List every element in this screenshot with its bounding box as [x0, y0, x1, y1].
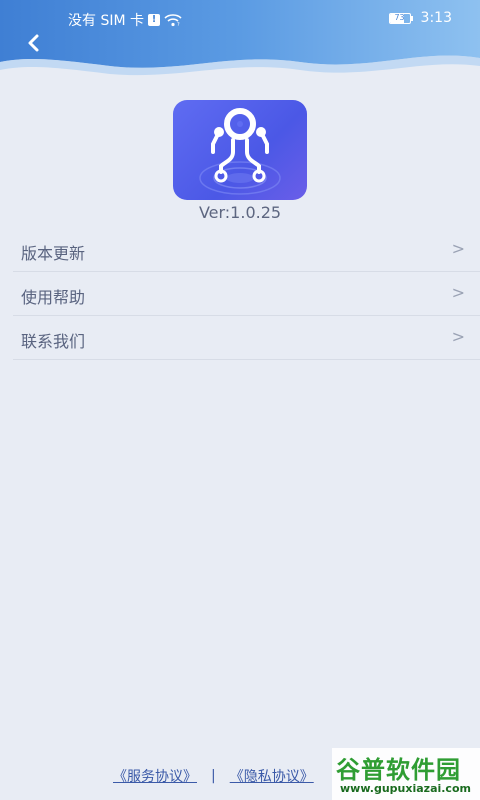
menu-item-label: 版本更新: [21, 244, 86, 263]
footer-links: 《服务协议》 | 《隐私协议》: [113, 766, 314, 786]
watermark-logo: 谷普软件园 www.gupuxiazai.com: [332, 748, 480, 800]
wifi-icon: ?: [164, 14, 182, 27]
watermark-title: 谷普软件园: [336, 756, 461, 784]
battery-level: 73: [394, 12, 405, 22]
chevron-left-icon: [28, 34, 39, 52]
battery-tip: [410, 15, 413, 21]
service-agreement-link[interactable]: 《服务协议》: [113, 766, 197, 786]
settings-menu: 版本更新 > 使用帮助 > 联系我们 >: [13, 228, 480, 360]
carrier-text: 没有 SIM 卡: [68, 13, 144, 29]
menu-item-contact-us[interactable]: 联系我们 >: [13, 316, 480, 360]
app-version: Ver:1.0.25: [198, 203, 282, 222]
app-logo: [173, 100, 307, 200]
menu-item-version-update[interactable]: 版本更新 >: [13, 228, 480, 272]
status-bar: 没有 SIM 卡 ! ? 73 3:13: [0, 0, 480, 38]
footer-separator: |: [211, 768, 216, 784]
clock-time: 3:13: [420, 10, 452, 26]
sim-alert-icon: !: [148, 14, 160, 26]
back-button[interactable]: [22, 30, 46, 56]
circuit-y-logo-icon: [199, 108, 281, 195]
status-left: 没有 SIM 卡 ! ?: [68, 10, 182, 30]
battery-icon: 73: [388, 12, 411, 24]
menu-item-label: 使用帮助: [21, 288, 86, 307]
chevron-right-icon: >: [451, 283, 465, 302]
chevron-right-icon: >: [451, 327, 465, 346]
menu-item-help[interactable]: 使用帮助 >: [13, 272, 480, 316]
status-right: 73 3:13: [388, 10, 452, 26]
chevron-right-icon: >: [451, 239, 465, 258]
menu-item-label: 联系我们: [21, 332, 86, 351]
watermark-url: www.gupuxiazai.com: [340, 782, 471, 795]
svg-text:?: ?: [177, 22, 180, 27]
privacy-agreement-link[interactable]: 《隐私协议》: [230, 766, 314, 786]
